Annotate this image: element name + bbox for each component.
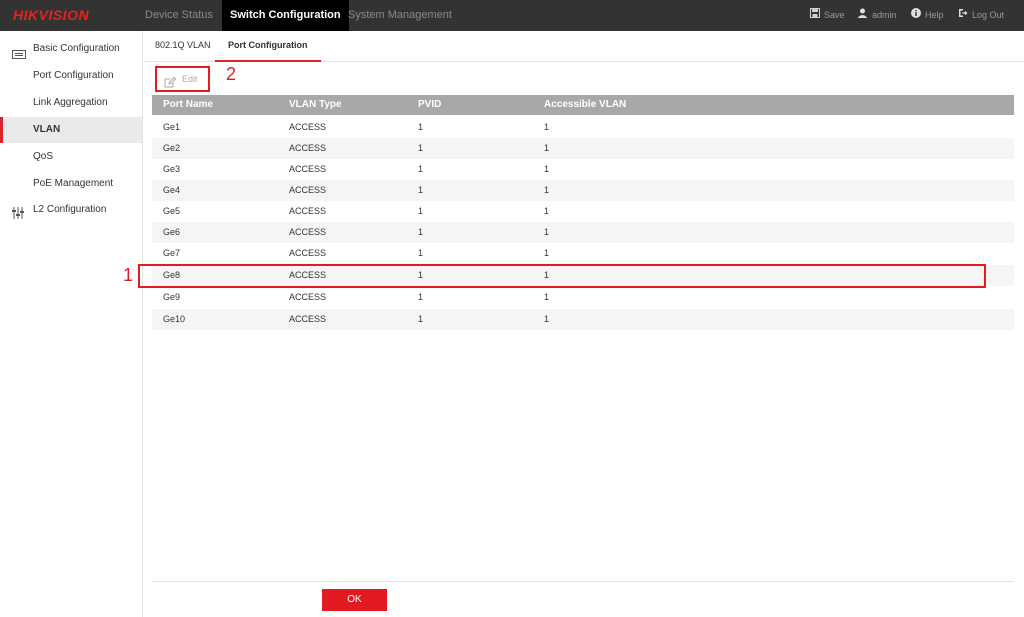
vlan-type-cell: ACCESS	[289, 206, 327, 216]
pvid-cell: 1	[418, 185, 424, 195]
accessible-vlan-cell: 1	[544, 206, 550, 216]
save-icon	[810, 0, 820, 31]
tab-bar: 802.1Q VLAN Port Configuration	[142, 31, 1024, 62]
vlan-type-cell: ACCESS	[289, 122, 327, 132]
column-header-vlan-type: VLAN Type	[289, 99, 342, 110]
sidebar-item-port-configuration[interactable]: Port Configuration	[0, 63, 142, 89]
nav-device-status[interactable]: Device Status	[137, 0, 221, 31]
top-bar: HIKVISION Device Status Switch Configura…	[0, 0, 1024, 31]
table-row[interactable]: Ge3 ACCESS 1 1	[152, 159, 1014, 180]
port-name-cell: Ge9	[163, 292, 181, 302]
accessible-vlan-cell: 1	[544, 292, 550, 302]
ok-button[interactable]: OK	[322, 589, 387, 611]
pvid-cell: 1	[418, 227, 424, 237]
pvid-cell: 1	[418, 164, 424, 174]
logout-label: Log Out	[972, 10, 1005, 20]
user-label: admin	[872, 10, 897, 20]
table-row[interactable]: Ge10 ACCESS 1 1	[152, 309, 1014, 330]
annotation-number-2: 2	[226, 64, 237, 84]
save-label: Save	[824, 10, 845, 20]
port-name-cell: Ge7	[163, 248, 181, 258]
sidebar: Basic Configuration Port Configuration L…	[0, 31, 143, 617]
sidebar-group-l2-configuration[interactable]: L2 Configuration	[0, 197, 142, 223]
port-name-cell: Ge10	[163, 314, 186, 324]
vlan-type-cell: ACCESS	[289, 143, 327, 153]
tab-8021q-vlan[interactable]: 802.1Q VLAN	[142, 31, 224, 60]
sidebar-item-vlan[interactable]: VLAN	[0, 117, 142, 143]
accessible-vlan-cell: 1	[544, 143, 550, 153]
logout-icon	[958, 0, 968, 31]
annotation-number-1: 1	[123, 265, 134, 285]
column-header-port-name: Port Name	[163, 99, 214, 110]
sidebar-item-poe-management[interactable]: PoE Management	[0, 171, 142, 197]
accessible-vlan-cell: 1	[544, 314, 550, 324]
vlan-type-cell: ACCESS	[289, 292, 327, 302]
sidebar-group-label: Basic Configuration	[33, 43, 120, 54]
edit-label: Edit	[182, 74, 198, 84]
accessible-vlan-cell: 1	[544, 248, 550, 258]
column-header-accessible-vlan: Accessible VLAN	[544, 99, 627, 110]
pvid-cell: 1	[418, 248, 424, 258]
accessible-vlan-cell: 1	[544, 227, 550, 237]
table-row[interactable]: Ge5 ACCESS 1 1	[152, 201, 1014, 222]
nav-switch-configuration[interactable]: Switch Configuration	[222, 0, 349, 31]
vlan-type-cell: ACCESS	[289, 248, 327, 258]
edit-icon	[164, 74, 177, 96]
edit-button[interactable]: Edit	[155, 66, 210, 92]
sidebar-group-basic-configuration[interactable]: Basic Configuration	[0, 36, 142, 62]
tab-port-configuration[interactable]: Port Configuration	[215, 31, 321, 62]
accessible-vlan-cell: 1	[544, 185, 550, 195]
sliders-icon	[12, 204, 24, 230]
table-row[interactable]: Ge1 ACCESS 1 1	[152, 117, 1014, 138]
pvid-cell: 1	[418, 292, 424, 302]
logout-button[interactable]: Log Out	[958, 0, 1004, 31]
table-header: Port Name VLAN Type PVID Accessible VLAN	[152, 95, 1014, 115]
table-row[interactable]: Ge4 ACCESS 1 1	[152, 180, 1014, 201]
table-row[interactable]: Ge2 ACCESS 1 1	[152, 138, 1014, 159]
vlan-type-cell: ACCESS	[289, 227, 327, 237]
accessible-vlan-cell: 1	[544, 122, 550, 132]
vlan-type-cell: ACCESS	[289, 185, 327, 195]
user-menu[interactable]: admin	[857, 0, 897, 31]
accessible-vlan-cell: 1	[544, 164, 550, 174]
help-button[interactable]: Help	[911, 0, 944, 31]
sidebar-item-qos[interactable]: QoS	[0, 144, 142, 170]
user-icon	[857, 0, 868, 31]
nav-system-management[interactable]: System Management	[340, 0, 460, 31]
pvid-cell: 1	[418, 206, 424, 216]
table-row[interactable]: Ge7 ACCESS 1 1	[152, 243, 1014, 264]
column-header-pvid: PVID	[418, 99, 442, 110]
pvid-cell: 1	[418, 143, 424, 153]
port-name-cell: Ge5	[163, 206, 181, 216]
vlan-type-cell: ACCESS	[289, 314, 327, 324]
info-icon	[911, 0, 921, 31]
sidebar-group-label: L2 Configuration	[33, 204, 107, 215]
port-name-cell: Ge2	[163, 143, 181, 153]
port-name-cell: Ge1	[163, 122, 181, 132]
help-label: Help	[925, 10, 944, 20]
port-name-cell: Ge4	[163, 185, 181, 195]
table-row[interactable]: Ge6 ACCESS 1 1	[152, 222, 1014, 243]
table-row[interactable]: Ge9 ACCESS 1 1	[152, 287, 1014, 308]
save-button[interactable]: Save	[810, 0, 845, 31]
pvid-cell: 1	[418, 122, 424, 132]
pvid-cell: 1	[418, 314, 424, 324]
sidebar-item-link-aggregation[interactable]: Link Aggregation	[0, 90, 142, 116]
footer-divider	[152, 581, 1014, 582]
port-name-cell: Ge6	[163, 227, 181, 237]
port-name-cell: Ge3	[163, 164, 181, 174]
logo: HIKVISION	[13, 7, 90, 23]
row-highlight-box	[138, 264, 986, 288]
vlan-type-cell: ACCESS	[289, 164, 327, 174]
